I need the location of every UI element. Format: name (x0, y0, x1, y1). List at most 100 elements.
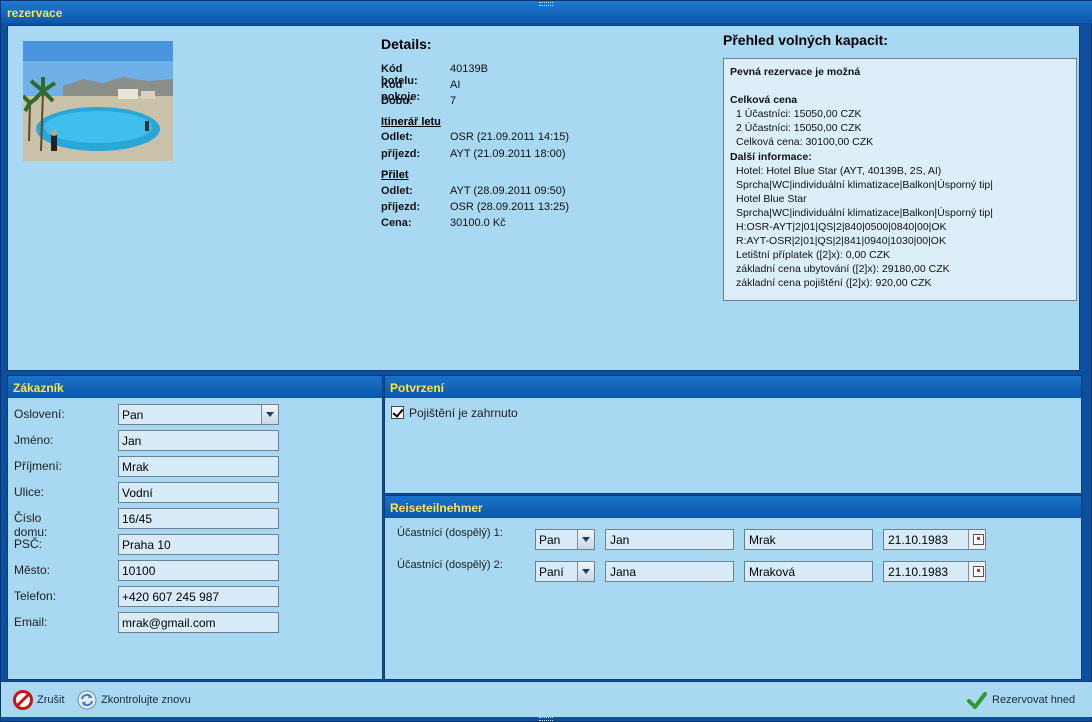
outbound-departure-value: OSR (21.09.2011 14:15) (450, 131, 570, 143)
capacity-info-line: Celková cena (730, 94, 798, 107)
customer-panel-title: Zákazník (13, 381, 64, 395)
capacity-info-line: Letištní příplatek ([2]x): 0,00 CZK (736, 249, 891, 262)
salutation-label: Oslovení: (14, 407, 65, 421)
chevron-down-icon[interactable] (261, 405, 278, 424)
travellers-panel-title: Reiseteilnehmer (390, 501, 483, 515)
city-label: Město: (14, 563, 51, 577)
details-panel: Details: Kód hotelu: 40139B Kód pokoje: … (7, 25, 1080, 371)
insurance-checkbox[interactable] (391, 406, 404, 419)
resize-grip-bottom[interactable] (539, 717, 553, 721)
traveller-salutation-value: Paní (539, 565, 564, 579)
capacity-info-line: R:AYT-OSR|2|01|QS|2|841|0940|1030|00|OK (736, 235, 946, 248)
capacity-info-line: H:OSR-AYT|2|01|QS|2|840|0500|0840|00|OK (736, 221, 947, 234)
duration-value: 7 (450, 95, 457, 107)
checkmark-icon (967, 690, 987, 710)
window-title: rezervace (7, 6, 63, 20)
city-field[interactable]: 10100 (118, 560, 279, 581)
traveller-last-name-field[interactable]: Mraková (744, 561, 873, 582)
capacity-info-box: Pevná rezervace je možná Celková cena 1 Úč… (723, 58, 1077, 301)
hotel-code-value: 40139B (450, 63, 488, 75)
traveller-first-name-field[interactable]: Jan (605, 529, 734, 550)
house-number-field[interactable]: 16/45 (118, 508, 279, 529)
traveller-label: Účastníci (dospělý) 1: (397, 527, 503, 539)
calendar-icon[interactable] (968, 530, 985, 549)
salutation-select[interactable]: Pan (118, 404, 279, 425)
traveller-birthdate-value: 21.10.1983 (888, 533, 949, 547)
capacity-info-line: Další informace: (730, 150, 812, 163)
traveller-salutation-select[interactable]: Paní (535, 561, 595, 582)
customer-panel-header: Zákazník (8, 376, 382, 398)
refresh-icon (77, 690, 97, 710)
recheck-label: Zkontrolujte znovu (101, 694, 191, 706)
capacity-info-line: Pevná rezervace je možná (730, 66, 861, 78)
travellers-panel: Reiseteilnehmer Účastníci (dospělý) 1: P… (384, 495, 1082, 680)
first-name-field[interactable]: Jan (118, 430, 279, 451)
footer-toolbar: Zrušit Zkontrolujte znovu Rezervovat hne… (1, 681, 1092, 717)
capacity-info-line: Sprcha|WC|individuální klimatizace|Balko… (736, 206, 993, 219)
capacity-info-line: Hotel: Hotel Blue Star (AYT, 40139B, 2S,… (736, 164, 942, 177)
traveller-birthdate-field[interactable]: 21.10.1983 (883, 529, 986, 550)
cancel-icon (13, 690, 33, 710)
hotel-photo (23, 41, 173, 161)
cancel-button[interactable]: Zrušit (13, 690, 69, 710)
cancel-label: Zrušit (37, 694, 65, 706)
room-code-value: AI (450, 79, 461, 91)
zip-label: PSČ: (14, 537, 43, 551)
calendar-icon[interactable] (968, 562, 985, 581)
traveller-birthdate-value: 21.10.1983 (888, 565, 949, 579)
salutation-value: Pan (122, 408, 144, 422)
traveller-label: Účastníci (dospělý) 2: (397, 559, 503, 571)
capacity-info-line: základní cena ubytování ([2]x): 29180,00… (736, 263, 950, 276)
resize-grip-top[interactable] (539, 2, 553, 6)
book-now-button[interactable]: Rezervovat hned (967, 690, 1079, 710)
return-departure-label: Odlet: (381, 185, 413, 197)
chevron-down-icon[interactable] (577, 530, 594, 549)
confirmation-panel-header: Potvrzení (385, 376, 1081, 398)
travellers-panel-header: Reiseteilnehmer (385, 496, 1081, 518)
return-arrival-label: příjezd: (381, 201, 421, 213)
recheck-button[interactable]: Zkontrolujte znovu (77, 690, 197, 710)
traveller-first-name-field[interactable]: Jana (605, 561, 734, 582)
street-label: Ulice: (14, 485, 45, 499)
last-name-label: Příjmení: (14, 459, 63, 473)
insurance-label[interactable]: Pojištění je zahrnuto (409, 406, 518, 420)
return-departure-value: AYT (28.09.2011 09:50) (450, 185, 566, 197)
traveller-salutation-select[interactable]: Pan (535, 529, 595, 550)
phone-field[interactable]: +420 607 245 987 (118, 586, 279, 607)
book-now-label: Rezervovat hned (992, 694, 1076, 706)
itinerary-heading: Itinerář letu (381, 116, 441, 128)
last-name-field[interactable]: Mrak (118, 456, 279, 477)
capacity-info-line: Sprcha|WC|individuální klimatizace|Balko… (736, 178, 993, 191)
traveller-last-name-field[interactable]: Mrak (744, 529, 873, 550)
phone-label: Telefon: (14, 589, 57, 603)
street-field[interactable]: Vodní (118, 482, 279, 503)
capacity-info-line: 2 Účastníci: 15050,00 CZK (736, 122, 862, 135)
house-number-label: Číslo domu: (14, 511, 48, 539)
chevron-down-icon[interactable] (577, 562, 594, 581)
details-title: Details: (381, 36, 432, 52)
traveller-birthdate-field[interactable]: 21.10.1983 (883, 561, 986, 582)
zip-field[interactable]: Praha 10 (118, 534, 279, 555)
price-label: Cena: (381, 217, 412, 229)
email-label: Email: (14, 615, 48, 629)
outbound-arrival-value: AYT (21.09.2011 18:00) (450, 148, 566, 160)
capacity-info-line: základní cena pojištění ([2]x): 920,00 C… (736, 277, 932, 290)
capacity-info-line: 1 Účastníci: 15050,00 CZK (736, 108, 862, 121)
return-heading: Přilet (381, 169, 409, 181)
traveller-salutation-value: Pan (539, 533, 561, 547)
outbound-departure-label: Odlet: (381, 131, 413, 143)
capacity-info-line: Hotel Blue Star (736, 192, 807, 205)
confirmation-panel-title: Potvrzení (390, 381, 445, 395)
first-name-label: Jméno: (14, 433, 54, 447)
return-arrival-value: OSR (28.09.2011 13:25) (450, 201, 570, 213)
capacity-info-line (730, 79, 1070, 93)
duration-label: Dobu: (381, 95, 413, 107)
email-field[interactable]: mrak@gmail.com (118, 612, 279, 633)
capacity-title: Přehled volných kapacit: (723, 32, 888, 48)
reservation-window: rezervace Details: Kód hotelu: 40139B Kó… (0, 0, 1092, 722)
customer-panel: Zákazník Oslovení: Pan Jméno: Jan Příjme… (7, 375, 383, 680)
outbound-arrival-label: příjezd: (381, 148, 421, 160)
capacity-info-line: Celková cena: 30100,00 CZK (736, 136, 874, 149)
confirmation-panel: Potvrzení Pojištění je zahrnuto (384, 375, 1082, 494)
price-value: 30100.0 Kč (450, 217, 506, 229)
